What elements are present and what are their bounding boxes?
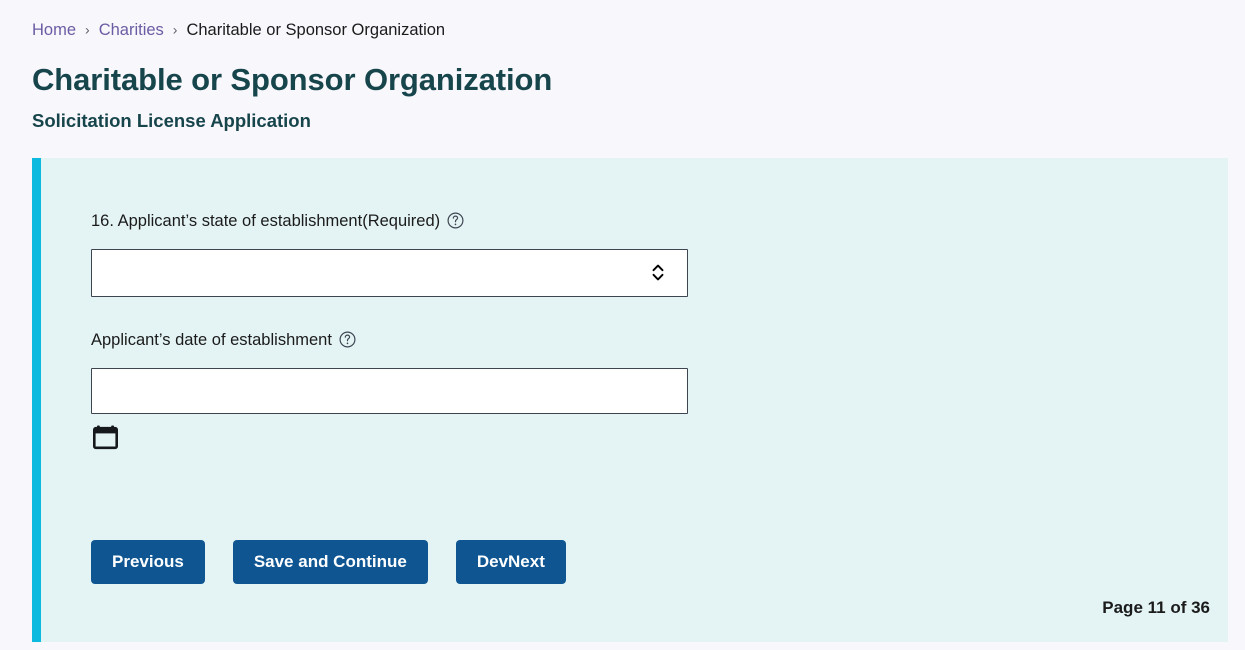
- previous-button[interactable]: Previous: [91, 539, 205, 584]
- form-action-buttons: Previous Save and Continue DevNext: [91, 539, 566, 584]
- chevron-up-down-icon[interactable]: [651, 264, 665, 281]
- breadcrumb-separator-icon: ›: [172, 21, 178, 38]
- field-date-of-establishment: Applicant’s date of establishment: [91, 329, 1228, 451]
- date-of-establishment-input[interactable]: [91, 367, 688, 414]
- date-of-establishment-label: Applicant’s date of establishment: [91, 330, 332, 349]
- help-circle-icon[interactable]: [447, 212, 464, 229]
- breadcrumb-link-charities[interactable]: Charities: [99, 18, 164, 42]
- calendar-icon[interactable]: [91, 422, 120, 451]
- help-circle-icon[interactable]: [339, 331, 356, 348]
- field-label-row: 16. Applicant’s state of establishment(R…: [91, 210, 1228, 232]
- dev-next-button[interactable]: DevNext: [455, 539, 566, 584]
- page-subtitle: Solicitation License Application: [32, 109, 311, 131]
- breadcrumb-separator-icon: ›: [85, 21, 90, 38]
- state-of-establishment-label: 16. Applicant’s state of establishment(R…: [91, 211, 441, 230]
- breadcrumb-current-page: Charitable or Sponsor Organization: [186, 21, 446, 39]
- field-label-row: Applicant’s date of establishment: [91, 329, 1228, 351]
- breadcrumb-link-home[interactable]: Home: [32, 18, 76, 42]
- form-panel: 16. Applicant’s state of establishment(R…: [32, 157, 1228, 642]
- save-and-continue-button[interactable]: Save and Continue: [232, 539, 428, 584]
- state-of-establishment-select[interactable]: [91, 248, 688, 297]
- field-state-of-establishment: 16. Applicant’s state of establishment(R…: [91, 210, 1228, 297]
- form-panel-wrapper: 16. Applicant’s state of establishment(R…: [32, 157, 1228, 642]
- breadcrumb: Home › Charities › Charitable or Sponsor…: [0, 0, 1245, 42]
- page-counter: Page 11 of 36: [1102, 597, 1210, 617]
- page-title: Charitable or Sponsor Organization: [32, 62, 553, 97]
- form-panel-content: 16. Applicant’s state of establishment(R…: [41, 158, 1228, 642]
